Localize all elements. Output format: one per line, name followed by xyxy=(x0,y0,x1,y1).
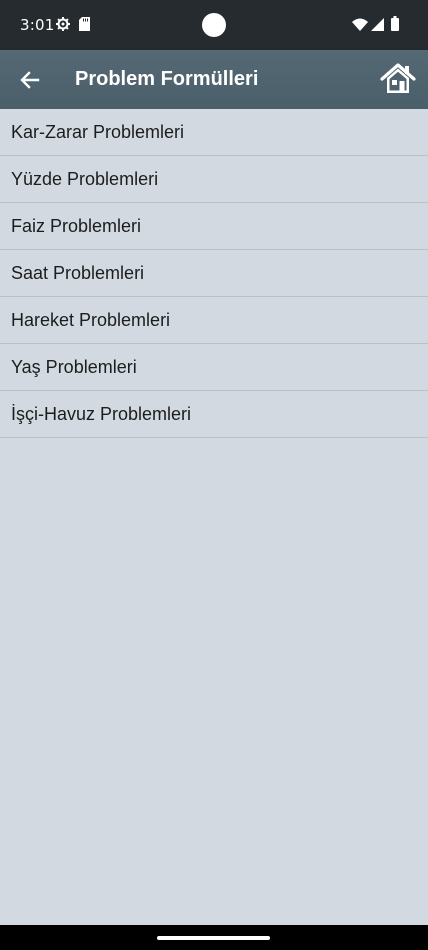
list-item[interactable]: Faiz Problemleri xyxy=(0,203,428,250)
list-item[interactable]: Saat Problemleri xyxy=(0,250,428,297)
signal-icon xyxy=(371,18,384,31)
list-item[interactable]: Kar-Zarar Problemleri xyxy=(0,109,428,156)
front-camera xyxy=(202,13,226,37)
list-item[interactable]: İşçi-Havuz Problemleri xyxy=(0,391,428,438)
status-bar: 3:01 xyxy=(0,0,428,50)
problem-list: Kar-Zarar Problemleri Yüzde Problemleri … xyxy=(0,109,428,925)
gear-icon xyxy=(56,17,70,31)
list-item[interactable]: Yaş Problemleri xyxy=(0,344,428,391)
arrow-left-icon[interactable] xyxy=(14,64,46,96)
wifi-icon xyxy=(352,18,368,31)
list-item[interactable]: Yüzde Problemleri xyxy=(0,156,428,203)
home-gesture-handle[interactable] xyxy=(157,936,270,940)
home-icon[interactable] xyxy=(380,63,416,95)
battery-icon xyxy=(391,16,399,31)
navigation-bar xyxy=(0,925,428,950)
app-bar: Problem Formülleri xyxy=(0,50,428,109)
page-title: Problem Formülleri xyxy=(75,68,259,90)
status-time: 3:01 xyxy=(20,16,55,34)
sd-card-icon xyxy=(79,17,90,31)
list-item[interactable]: Hareket Problemleri xyxy=(0,297,428,344)
